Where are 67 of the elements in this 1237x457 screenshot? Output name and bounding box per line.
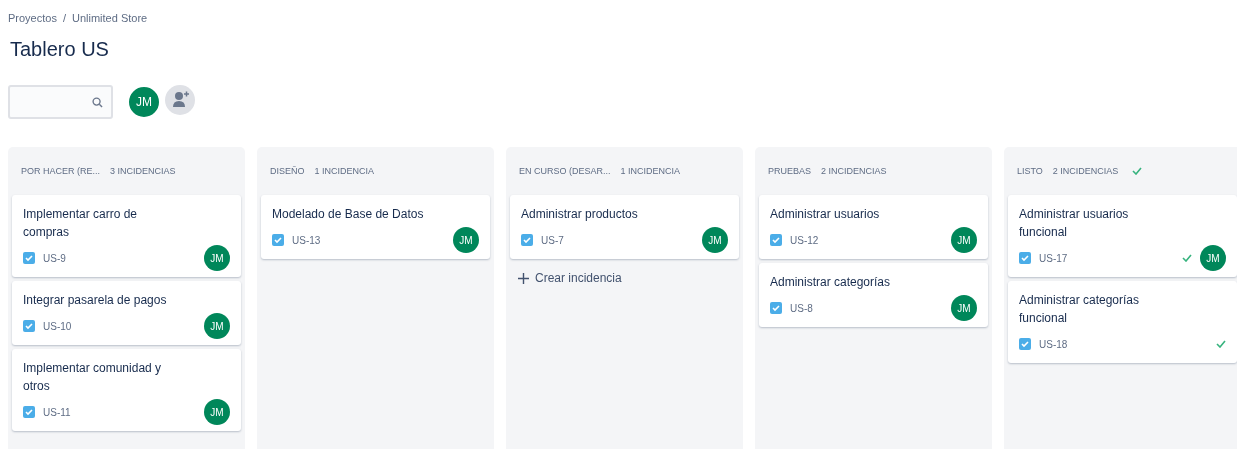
breadcrumb-link[interactable]: Unlimited Store <box>72 12 148 24</box>
checkbox-icon <box>1019 252 1031 264</box>
issue-key: US-12 <box>790 234 943 246</box>
issue-key: US-18 <box>1039 338 1208 350</box>
checkbox-icon <box>770 302 782 314</box>
assignee-avatar: JM <box>951 295 977 321</box>
issue-title: Administrar categorías <box>770 274 892 291</box>
search-field[interactable] <box>8 85 113 119</box>
assignee-avatar: JM <box>453 227 479 253</box>
board-title: Tablero US <box>10 38 110 62</box>
issue-title: Administrar productos <box>521 206 639 223</box>
issue-title: Implementar comunidad y otros <box>23 360 163 395</box>
issue-key: US-9 <box>43 252 196 264</box>
issue-card[interactable]: Administrar categorías funcional US-18 <box>1008 281 1237 363</box>
issue-card[interactable]: Administrar categorías US-8 JM <box>759 263 988 327</box>
check-icon <box>1216 340 1226 348</box>
assignee-avatar: JM <box>702 227 728 253</box>
create-issue-button[interactable]: Crear incidencia <box>510 265 630 291</box>
issue-card[interactable]: Administrar usuarios US-12 JM <box>759 195 988 259</box>
plus-icon <box>518 272 529 284</box>
checkbox-icon <box>770 234 782 246</box>
issue-key: US-11 <box>43 406 196 418</box>
assignee-avatar: JM <box>204 399 230 425</box>
issue-count: 1 INCIDENCIA <box>314 166 375 176</box>
column-title: POR HACER (RE... <box>21 166 100 176</box>
check-icon <box>1132 167 1143 175</box>
column-title: PRUEBAS <box>768 166 811 176</box>
issue-count: 1 INCIDENCIA <box>620 166 681 176</box>
check-icon <box>1182 254 1192 262</box>
issue-title: Modelado de Base de Datos <box>272 206 425 223</box>
checkbox-icon <box>1019 338 1031 350</box>
assignee-avatar: JM <box>1200 245 1226 271</box>
issue-key: US-8 <box>790 302 943 314</box>
checkbox-icon <box>23 320 35 332</box>
search-icon <box>92 96 103 108</box>
breadcrumb-link[interactable]: Proyectos <box>8 12 57 24</box>
issue-title: Administrar categorías funcional <box>1019 292 1141 327</box>
checkbox-icon <box>23 406 35 418</box>
checkbox-icon <box>272 234 284 246</box>
issue-count: 3 INCIDENCIAS <box>110 166 176 176</box>
issue-title: Administrar usuarios funcional <box>1019 206 1130 241</box>
column-title: DISEÑO <box>270 166 305 176</box>
breadcrumb-separator: / <box>62 12 66 24</box>
issue-key: US-13 <box>292 234 445 246</box>
assignee-avatar: JM <box>204 313 230 339</box>
issue-count: 2 INCIDENCIAS <box>1052 166 1119 176</box>
issue-card[interactable]: Implementar carro de compras US-9 JM <box>12 195 241 277</box>
issue-key: US-17 <box>1039 252 1174 264</box>
issue-card[interactable]: Modelado de Base de Datos US-13 JM <box>261 195 490 259</box>
issue-key: US-7 <box>541 234 694 246</box>
column-title: LISTO <box>1017 166 1043 176</box>
issue-title: Implementar carro de compras <box>23 206 139 241</box>
issue-card[interactable]: Administrar usuarios funcional US-17 JM <box>1008 195 1237 277</box>
issue-card[interactable]: Integrar pasarela de pagos US-10 JM <box>12 281 241 345</box>
issue-count: 2 INCIDENCIAS <box>821 166 887 176</box>
issue-card[interactable]: Implementar comunidad y otros US-11 JM <box>12 349 241 431</box>
assignee-avatar: JM <box>951 227 977 253</box>
assignee-avatar: JM <box>204 245 230 271</box>
checkbox-icon <box>23 252 35 264</box>
add-person-icon[interactable] <box>165 85 195 115</box>
issue-card[interactable]: Administrar productos US-7 JM <box>510 195 739 259</box>
user-avatar[interactable]: JM <box>127 85 161 119</box>
column-title: EN CURSO (DESAR... <box>519 166 611 176</box>
issue-title: Integrar pasarela de pagos <box>23 292 168 309</box>
issue-title: Administrar usuarios <box>770 206 881 223</box>
issue-key: US-10 <box>43 320 196 332</box>
checkbox-icon <box>521 234 533 246</box>
